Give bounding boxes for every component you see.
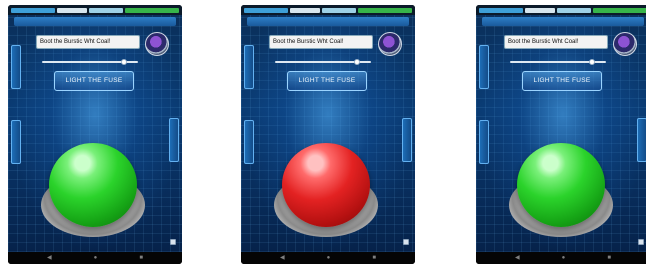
- back-icon[interactable]: ◀: [280, 255, 285, 261]
- right-side-tab[interactable]: [402, 118, 412, 162]
- status-bar: [241, 5, 415, 15]
- status-segment: [525, 7, 555, 13]
- app-screen: Boot the Burstic Wht Coal! LIGHT THE FUS…: [241, 15, 415, 252]
- left-side-tab-2[interactable]: [11, 120, 21, 164]
- phone-screenshot-2: Boot the Burstic Wht Coal! LIGHT THE FUS…: [241, 5, 415, 264]
- message-input[interactable]: Boot the Burstic Wht Coal!: [504, 35, 608, 49]
- app-title-bar: [247, 17, 409, 26]
- message-input[interactable]: Boot the Burstic Wht Coal!: [36, 35, 140, 49]
- light-the-fuse-button[interactable]: LIGHT THE FUSE: [522, 71, 602, 91]
- status-segment: [322, 7, 356, 13]
- app-screen: Boot the Burstic Wht Coal! LIGHT THE FUS…: [476, 15, 646, 252]
- app-title-bar: [482, 17, 644, 26]
- right-side-tab[interactable]: [637, 118, 646, 162]
- home-icon[interactable]: ●: [562, 255, 566, 261]
- big-push-button[interactable]: [274, 143, 378, 247]
- home-icon[interactable]: ●: [327, 255, 331, 261]
- left-side-tab-2[interactable]: [479, 120, 489, 164]
- battery-bar: [125, 7, 179, 13]
- timer-slider[interactable]: [510, 59, 606, 65]
- android-nav-bar: ◀ ● ■: [8, 252, 182, 264]
- battery-bar: [358, 7, 412, 13]
- android-nav-bar: ◀ ● ■: [476, 252, 646, 264]
- button-dome: [282, 143, 370, 227]
- timer-slider[interactable]: [275, 59, 371, 65]
- light-the-fuse-button[interactable]: LIGHT THE FUSE: [287, 71, 367, 91]
- phone-screenshot-1: Boot the Burstic Wht Coal! LIGHT THE FUS…: [8, 5, 182, 264]
- left-side-tab-1[interactable]: [479, 45, 489, 89]
- button-dome: [49, 143, 137, 227]
- recent-apps-icon[interactable]: ■: [607, 255, 611, 261]
- status-bar: [8, 5, 182, 15]
- left-side-tab-1[interactable]: [11, 45, 21, 89]
- big-push-button[interactable]: [41, 143, 145, 247]
- recent-apps-icon[interactable]: ■: [139, 255, 143, 261]
- home-icon[interactable]: ●: [94, 255, 98, 261]
- button-dome: [517, 143, 605, 227]
- app-title-bar: [14, 17, 176, 26]
- slider-thumb[interactable]: [354, 59, 361, 65]
- left-side-tab-2[interactable]: [244, 120, 254, 164]
- small-square-icon[interactable]: [638, 239, 644, 245]
- status-segment: [557, 7, 591, 13]
- small-square-icon[interactable]: [403, 239, 409, 245]
- left-side-tab-1[interactable]: [244, 45, 254, 89]
- status-segment: [479, 7, 523, 13]
- right-side-tab[interactable]: [169, 118, 179, 162]
- light-the-fuse-button[interactable]: LIGHT THE FUSE: [54, 71, 134, 91]
- battery-bar: [593, 7, 646, 13]
- recent-apps-icon[interactable]: ■: [372, 255, 376, 261]
- phone-screenshot-3: Boot the Burstic Wht Coal! LIGHT THE FUS…: [476, 5, 646, 264]
- slider-thumb[interactable]: [589, 59, 596, 65]
- status-segment: [244, 7, 288, 13]
- timer-slider[interactable]: [42, 59, 138, 65]
- back-icon[interactable]: ◀: [515, 255, 520, 261]
- small-square-icon[interactable]: [170, 239, 176, 245]
- status-segment: [11, 7, 55, 13]
- slider-thumb[interactable]: [121, 59, 128, 65]
- message-input[interactable]: Boot the Burstic Wht Coal!: [269, 35, 373, 49]
- status-segment: [290, 7, 320, 13]
- character-avatar-button[interactable]: [613, 32, 637, 56]
- status-segment: [57, 7, 87, 13]
- character-avatar-button[interactable]: [378, 32, 402, 56]
- android-nav-bar: ◀ ● ■: [241, 252, 415, 264]
- app-screen: Boot the Burstic Wht Coal! LIGHT THE FUS…: [8, 15, 182, 252]
- status-segment: [89, 7, 123, 13]
- back-icon[interactable]: ◀: [47, 255, 52, 261]
- big-push-button[interactable]: [509, 143, 613, 247]
- character-avatar-button[interactable]: [145, 32, 169, 56]
- status-bar: [476, 5, 646, 15]
